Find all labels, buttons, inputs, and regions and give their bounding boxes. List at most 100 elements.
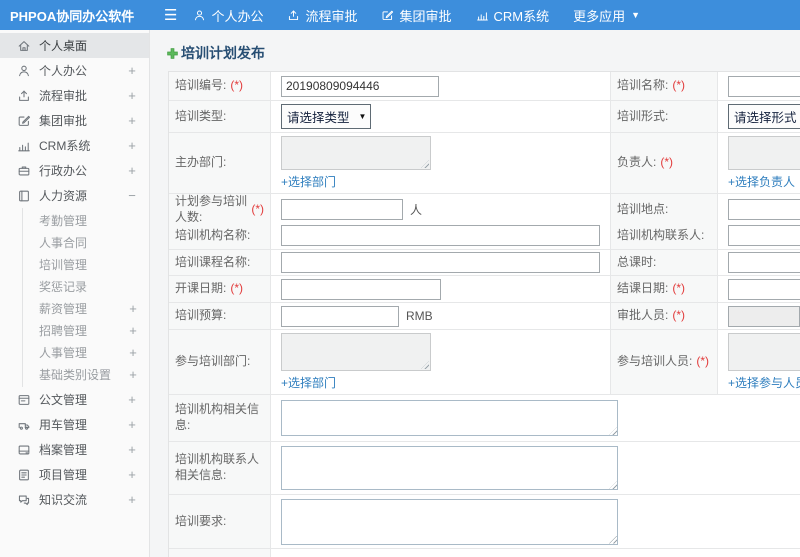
- sidebar-subitem-personnel[interactable]: 人事管理 +: [23, 341, 149, 363]
- host-department-box[interactable]: [281, 136, 431, 170]
- page-title: 培训计划发布: [181, 45, 265, 61]
- top-nav-personal-office[interactable]: 个人办公: [193, 6, 263, 25]
- expand-plus-icon[interactable]: +: [128, 301, 138, 316]
- sidebar-subitem-attendance[interactable]: 考勤管理: [23, 209, 149, 231]
- required-marker: (*): [672, 281, 686, 296]
- leader-link[interactable]: +选择负责人: [728, 173, 795, 190]
- host-department-label: 主办部门:: [169, 133, 271, 193]
- sidebar-subitem-training[interactable]: 培训管理: [23, 253, 149, 275]
- expand-plus-icon[interactable]: +: [128, 345, 138, 360]
- top-nav-group-approval[interactable]: 集团审批: [381, 6, 452, 25]
- archive-icon: [17, 443, 31, 457]
- training-name-input[interactable]: [728, 75, 800, 97]
- institution-contact-cell: [718, 222, 800, 249]
- sidebar-item-project-management[interactable]: 项目管理 +: [0, 462, 149, 487]
- sidebar-item-label: 用车管理: [39, 418, 88, 432]
- institution-contact-input[interactable]: [728, 225, 800, 246]
- institution-contact-info-textarea[interactable]: [281, 446, 618, 490]
- institution-info-textarea-wrap: [281, 400, 618, 436]
- expand-plus-icon[interactable]: +: [128, 367, 138, 382]
- training-no-cell: [271, 72, 611, 100]
- host-department-link[interactable]: +选择部门: [281, 173, 336, 190]
- sidebar-item-document-management[interactable]: 公文管理 +: [0, 387, 149, 412]
- training-requirements-cell: [271, 495, 800, 548]
- sidebar-item-human-resources[interactable]: 人力资源 −: [0, 183, 149, 208]
- field-label-text: 培训预算:: [175, 308, 227, 323]
- expand-plus-icon[interactable]: +: [127, 113, 137, 128]
- total-hours-input[interactable]: [728, 252, 800, 273]
- expand-plus-icon[interactable]: +: [127, 417, 137, 432]
- budget-input[interactable]: [281, 305, 399, 327]
- sidebar-subitem-recruitment[interactable]: 招聘管理 +: [23, 319, 149, 341]
- leader-cell: +选择负责人: [718, 133, 800, 193]
- sidebar-item-group-approval[interactable]: 集团审批 +: [0, 108, 149, 133]
- training-requirements-textarea[interactable]: [281, 498, 618, 545]
- expand-plus-icon[interactable]: +: [127, 392, 137, 407]
- collapse-minus-icon[interactable]: −: [127, 188, 137, 203]
- sidebar-item-personal-office[interactable]: 个人办公 +: [0, 58, 149, 83]
- course-name-label: 培训课程名称:: [169, 250, 271, 275]
- sidebar-item-label: 公文管理: [39, 393, 88, 407]
- edit-icon: [17, 114, 31, 128]
- sidebar-subitem-basic-category[interactable]: 基础类别设置 +: [23, 363, 149, 385]
- sidebar-subitem-reward-record[interactable]: 奖惩记录: [23, 275, 149, 297]
- sidebar-item-knowledge-exchange[interactable]: 知识交流 +: [0, 487, 149, 512]
- sidebar-item-archive-management[interactable]: 档案管理 +: [0, 437, 149, 462]
- participating-persons-link[interactable]: +选择参与人员: [728, 374, 800, 391]
- institution-name-input[interactable]: [281, 225, 600, 246]
- institution-info-textarea[interactable]: [281, 400, 618, 436]
- end-date-input[interactable]: [728, 278, 800, 300]
- participating-departments-box[interactable]: [281, 333, 431, 371]
- participating-departments-label: 参与培训部门:: [169, 330, 271, 394]
- training-requirements-textarea-wrap: [281, 498, 618, 545]
- training-type-select[interactable]: 请选择类型 ▼: [281, 104, 372, 129]
- top-nav-workflow-approval[interactable]: 流程审批: [287, 6, 357, 25]
- training-no-label: 培训编号: (*): [169, 72, 271, 100]
- sidebar-item-workflow-approval[interactable]: 流程审批 +: [0, 83, 149, 108]
- budget-unit: RMB: [406, 309, 433, 323]
- expand-plus-icon[interactable]: +: [127, 163, 137, 178]
- sidebar-item-crm-system[interactable]: CRM系统 +: [0, 133, 149, 158]
- course-name-cell: [271, 250, 611, 275]
- approver-label: 审批人员: (*): [611, 303, 718, 329]
- participating-persons-box[interactable]: [728, 333, 800, 371]
- expand-plus-icon[interactable]: +: [127, 467, 137, 482]
- training-location-input[interactable]: [728, 199, 800, 221]
- expand-plus-icon[interactable]: +: [127, 88, 137, 103]
- expand-plus-icon[interactable]: +: [127, 138, 137, 153]
- expand-plus-icon[interactable]: +: [128, 323, 138, 338]
- sidebar-item-label: 项目管理: [39, 468, 88, 482]
- top-nav-more-apps[interactable]: 更多应用 ▼: [573, 6, 640, 25]
- form-row: 培训编号:(*)培训名称:(*): [169, 72, 800, 101]
- institution-contact-info-cell: [271, 442, 800, 494]
- start-date-input[interactable]: [281, 278, 441, 300]
- approver-input[interactable]: [728, 305, 800, 327]
- briefcase-icon: [17, 164, 31, 178]
- flow-icon: [17, 89, 31, 103]
- institution-name-cell: [271, 222, 611, 249]
- sidebar-subitem-hr-contract[interactable]: 人事合同: [23, 231, 149, 253]
- expand-plus-icon[interactable]: +: [127, 63, 137, 78]
- sidebar-subitem-label: 人事合同: [39, 235, 88, 250]
- sidebar-item-label: 个人桌面: [39, 39, 88, 53]
- top-nav-crm-system[interactable]: CRM系统: [476, 6, 549, 25]
- sidebar-item-vehicle-management[interactable]: 用车管理 +: [0, 412, 149, 437]
- training-plan-form: 培训编号:(*)培训名称:(*)培训类型:请选择类型▼培训形式:请选择形式▼主办…: [168, 71, 800, 557]
- sidebar-item-personal-desktop[interactable]: 个人桌面: [0, 33, 149, 58]
- expand-plus-icon[interactable]: +: [127, 442, 137, 457]
- leader-box[interactable]: [728, 136, 800, 170]
- expand-plus-icon[interactable]: +: [127, 492, 137, 507]
- hamburger-icon[interactable]: ☰: [164, 8, 177, 23]
- field-label-text: 结课日期:: [617, 281, 669, 296]
- select-value: 请选择形式: [734, 111, 797, 125]
- participating-departments-link[interactable]: +选择部门: [281, 374, 336, 391]
- sidebar-item-administrative-office[interactable]: 行政办公 +: [0, 158, 149, 183]
- planned-participants-input[interactable]: [281, 199, 403, 221]
- required-marker: (*): [672, 308, 686, 323]
- document-icon: [17, 393, 31, 407]
- sidebar-subitem-salary[interactable]: 薪资管理 +: [23, 297, 149, 319]
- course-name-input[interactable]: [281, 252, 600, 273]
- training-form-select[interactable]: 请选择形式▼: [728, 104, 800, 129]
- field-label-text: 培训机构联系人:: [617, 227, 705, 242]
- training-no-input[interactable]: [281, 75, 439, 97]
